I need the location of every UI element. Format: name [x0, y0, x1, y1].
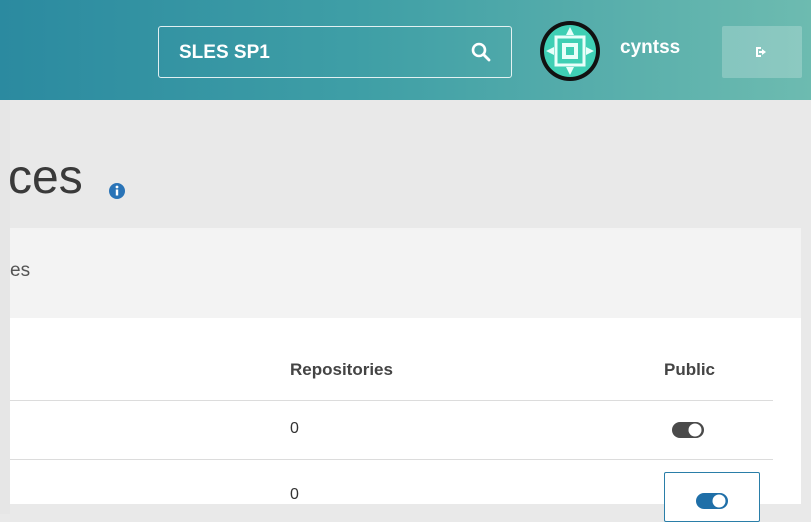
avatar[interactable]	[540, 21, 600, 81]
panel-header: es	[10, 228, 801, 318]
info-icon[interactable]	[108, 182, 126, 200]
page-title: ces	[8, 151, 83, 204]
header-divider	[10, 400, 773, 401]
top-navigation-bar: SLES SP1 cyntss	[0, 0, 811, 100]
search-icon[interactable]	[471, 42, 491, 62]
public-toggle[interactable]	[671, 420, 705, 440]
repositories-count: 0	[290, 486, 299, 503]
username[interactable]: cyntss	[620, 37, 680, 59]
repositories-table: Repositories Public 0 0	[10, 318, 801, 522]
row-divider	[10, 459, 773, 460]
logout-button[interactable]	[722, 26, 802, 78]
search-input-value: SLES SP1	[179, 42, 270, 63]
panel-header-text: es	[10, 260, 31, 281]
search-input[interactable]: SLES SP1	[158, 26, 512, 78]
repositories-count: 0	[290, 420, 299, 437]
column-header-repositories[interactable]: Repositories	[290, 360, 393, 380]
public-toggle[interactable]	[695, 491, 729, 511]
public-toggle-focus[interactable]	[664, 472, 760, 522]
column-header-public[interactable]: Public	[664, 360, 715, 380]
logout-icon	[756, 47, 766, 57]
avatar-pattern-icon	[544, 25, 596, 77]
